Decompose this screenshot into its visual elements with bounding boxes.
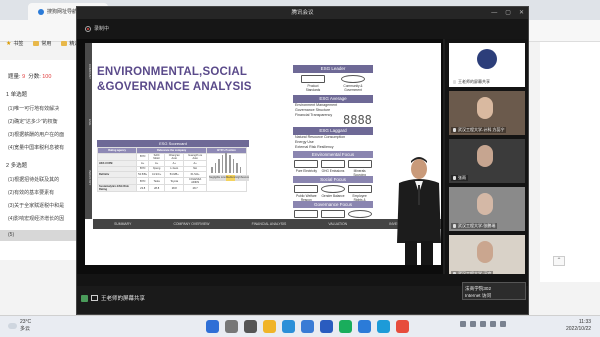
meeting-titlebar: 腾讯会议 — ▢ ✕ — [77, 7, 528, 19]
bookmark-item[interactable]: ★ 书签 — [6, 40, 23, 47]
minimize-icon[interactable]: — — [491, 7, 497, 19]
meeting-window: 腾讯会议 — ▢ ✕ 录制中 COMPANY ESG INDUSTRY ENVI… — [76, 6, 529, 315]
question-item[interactable]: (2)有效的基本要素有 — [8, 189, 76, 196]
share-indicator[interactable]: 王老师的屏幕共享 — [81, 294, 145, 302]
weather-widget[interactable]: 23°C 多云 — [8, 319, 31, 332]
community-icon — [341, 75, 365, 83]
participant-list: 王老师的屏幕共享 武汉工程大学-计科 方蕊宁 张雨 武汉工程大学-张鹏瑞 武汉工… — [445, 39, 528, 279]
section-title[interactable]: 1 单选题 — [6, 90, 27, 98]
start-icon[interactable] — [206, 320, 219, 333]
system-tray — [460, 321, 506, 327]
screen-share-area: COMPANY ESG INDUSTRY ENVIRONMENTAL,SOCIA… — [77, 39, 443, 274]
minerals-icon — [347, 160, 372, 168]
position-bars — [211, 153, 242, 173]
meeting-toolbar: 录制中 — [77, 19, 528, 39]
browser-right-area — [540, 42, 600, 282]
folder-icon — [61, 40, 68, 46]
electricity-icon — [294, 160, 319, 168]
anti-corruption-icon — [320, 210, 345, 218]
question-item[interactable]: (3)关于全家赋逐税中和是 — [8, 202, 76, 209]
culture-icon — [294, 210, 319, 218]
sogou-icon — [38, 8, 44, 15]
question-item[interactable]: (1)根据招待处联及其的 — [8, 176, 76, 183]
word-icon[interactable] — [320, 320, 333, 333]
edge-icon[interactable] — [282, 320, 295, 333]
question-item[interactable]: (3)根据薪酬的用户在的面 — [8, 131, 76, 138]
shield-icon — [81, 294, 88, 302]
esg-laggard-block: ESG Laggard Natural Resource Consumption… — [293, 127, 373, 150]
battery-icon[interactable] — [500, 321, 506, 327]
presenter-video — [397, 157, 441, 265]
score-row: 题量: 9 分数: 100 — [8, 74, 52, 80]
gender-icon — [320, 185, 345, 193]
emissions-icon — [320, 160, 345, 168]
section-title[interactable]: 2 多选题 — [6, 161, 27, 169]
store-icon[interactable] — [301, 320, 314, 333]
participant-tile[interactable]: 张雨 — [449, 139, 525, 183]
app-icon[interactable] — [396, 320, 409, 333]
folder-icon — [33, 40, 40, 46]
wechat-icon[interactable] — [339, 320, 352, 333]
environmental-focus-block: Environmental Focus Pure Electricity GHG… — [293, 151, 373, 179]
question-item[interactable]: (4)影响宏观经济增长的因 — [8, 215, 76, 222]
qq-icon[interactable] — [377, 320, 390, 333]
esg-leader-block: ESG Leader Product Standards Community &… — [293, 65, 373, 94]
chevron-up-icon[interactable] — [460, 321, 466, 327]
cloud-icon — [8, 322, 17, 329]
risk-position-strip: Negligible Low Medium High Severe — [209, 175, 250, 181]
taskbar-apps — [206, 320, 409, 333]
nav-industry: INDUSTRY — [88, 170, 92, 186]
clock[interactable]: 11:33 2022/10/22 — [566, 319, 591, 333]
star-icon: ★ — [6, 40, 12, 47]
product-icon — [301, 75, 325, 83]
participant-tile[interactable]: 王老师的屏幕共享 — [449, 43, 525, 87]
participant-tile[interactable]: 武汉工程大学-计科 方蕊宁 — [449, 91, 525, 135]
question-item[interactable]: (1)唯一可行地有效解决 — [8, 105, 76, 112]
chevron-up-icon[interactable]: ⌃ — [553, 256, 565, 266]
continuity-icon — [347, 210, 372, 218]
question-item-active[interactable]: (5) — [0, 230, 78, 241]
maximize-icon[interactable]: ▢ — [505, 7, 511, 19]
question-item[interactable]: (2)确定"达多少"的权衡 — [8, 118, 76, 125]
product-standards-item: Product Standards — [301, 75, 325, 92]
nav-company: COMPANY — [88, 63, 92, 79]
network-tooltip: 法商学院302 Internet 访问 — [462, 282, 526, 300]
taskbar: 23°C 多云 11:33 2022/10/22 — [0, 315, 600, 337]
meeting-app-title: 腾讯会议 — [291, 10, 314, 16]
bookmark-item[interactable]: 常用 — [33, 40, 51, 47]
community-item: Community & Government — [341, 75, 365, 92]
welfare-icon — [294, 185, 319, 193]
exam-panel: 题量: 9 分数: 100 1 单选题 (1)唯一可行地有效解决 (2)确定"达… — [0, 60, 78, 260]
close-icon[interactable]: ✕ — [519, 7, 524, 19]
scorecard-title: ESG Scorecard — [97, 140, 249, 147]
status-strip — [77, 274, 528, 286]
participant-tile[interactable]: 武汉工程大学-张鹏瑞 — [449, 187, 525, 231]
rating-display: 8888 — [343, 113, 372, 127]
task-view-icon[interactable] — [244, 320, 257, 333]
meeting-footer: 王老师的屏幕共享 — [77, 286, 528, 314]
slide-title: ENVIRONMENTAL,SOCIAL &GOVERNANCE ANALYSI… — [97, 66, 252, 93]
recording-indicator[interactable]: 录制中 — [85, 25, 109, 32]
participant-tile[interactable]: 武汉工程大学-汪宜 — [449, 235, 525, 279]
wifi-icon[interactable] — [480, 321, 486, 327]
speaker-icon[interactable] — [490, 321, 496, 327]
file-explorer-icon[interactable] — [263, 320, 276, 333]
tencent-meeting-icon[interactable] — [358, 320, 371, 333]
screen-share-icon — [91, 295, 98, 301]
slide: COMPANY ESG INDUSTRY ENVIRONMENTAL,SOCIA… — [85, 43, 441, 265]
tab-title: 搜狗网址导航 — [47, 9, 78, 15]
employee-icon — [347, 185, 372, 193]
question-item[interactable]: (4)宽量中国率税利息被有 — [8, 144, 76, 151]
slide-side-nav: COMPANY ESG INDUSTRY — [85, 43, 92, 219]
record-icon — [85, 25, 91, 32]
nav-esg: ESG — [88, 118, 92, 126]
search-icon[interactable] — [225, 320, 238, 333]
input-method-icon[interactable] — [470, 321, 476, 327]
